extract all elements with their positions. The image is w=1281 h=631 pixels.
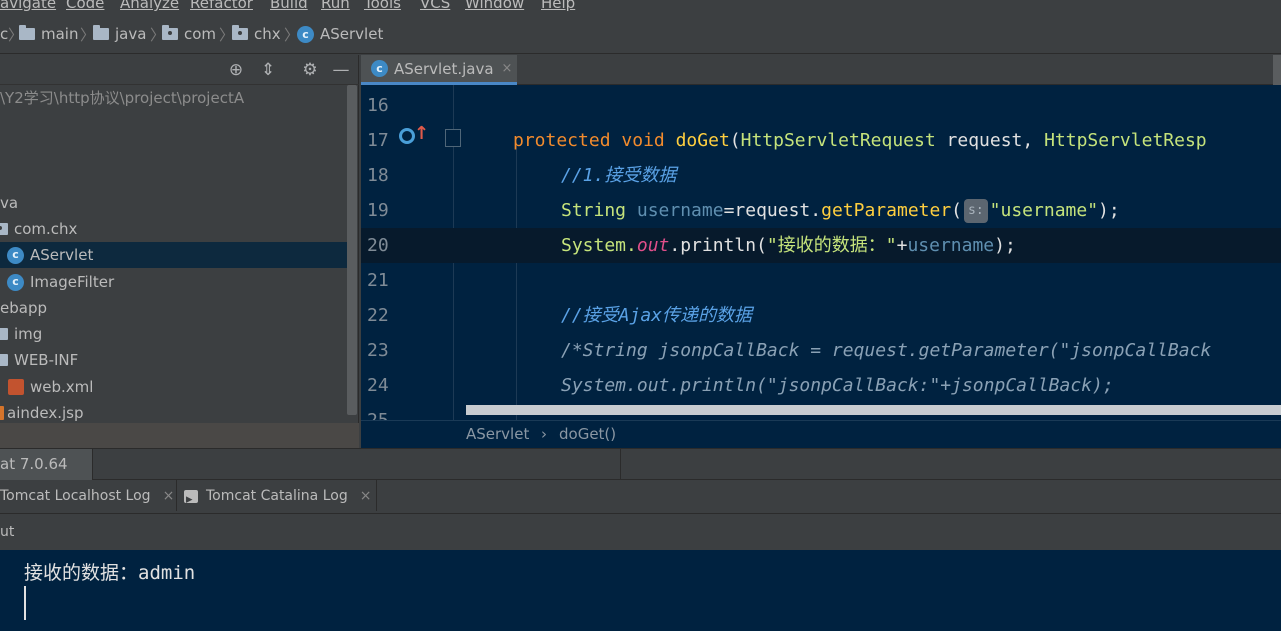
tree-item-java[interactable]: va bbox=[0, 190, 347, 216]
console-output[interactable]: 接收的数据：admin bbox=[0, 550, 1281, 631]
folder-icon bbox=[93, 25, 109, 40]
menu-analyze[interactable]: Analyze bbox=[120, 0, 179, 12]
crumb-java[interactable]: java bbox=[93, 24, 146, 44]
project-panel-footer bbox=[0, 423, 359, 448]
tab-label: AServlet.java bbox=[394, 59, 494, 78]
folder-icon bbox=[0, 328, 8, 340]
editor-horizontal-scrollbar[interactable] bbox=[466, 405, 1281, 415]
tree-item-com-chx[interactable]: com.chx bbox=[0, 216, 347, 242]
code-line-23: /*String jsonpCallBack = request.getPara… bbox=[561, 340, 1212, 361]
crumb-aservlet[interactable]: c AServlet bbox=[297, 24, 383, 44]
parameter-hint: s: bbox=[964, 199, 988, 223]
output-label: ut bbox=[0, 524, 15, 540]
console-line: 接收的数据：admin bbox=[24, 562, 196, 584]
tab-divider bbox=[176, 480, 177, 511]
menu-run[interactable]: Run bbox=[321, 0, 350, 12]
line-number: 21 bbox=[367, 270, 389, 291]
menu-navigate[interactable]: avigate bbox=[0, 0, 56, 12]
close-icon[interactable]: × bbox=[360, 480, 372, 513]
editor-tab-bar: c AServlet.java × bbox=[361, 55, 1281, 85]
collapse-icon[interactable]: ⇕ bbox=[257, 59, 279, 81]
folder-icon bbox=[19, 25, 35, 40]
code-line-24: System.out.println("jsonpCallBack:"+json… bbox=[561, 375, 1114, 396]
jsp-icon bbox=[0, 406, 4, 420]
tab-tomcat-run[interactable]: at 7.0.64 bbox=[0, 449, 92, 480]
editor-breadcrumb: AServlet › doGet() bbox=[361, 420, 1281, 448]
tree-item-img[interactable]: img bbox=[0, 321, 347, 347]
close-icon[interactable]: × bbox=[502, 61, 513, 76]
crumb-main[interactable]: main bbox=[19, 24, 78, 44]
log-tabs: Tomcat Localhost Log × Tomcat Catalina L… bbox=[0, 480, 1281, 516]
crumb-chx[interactable]: chx bbox=[232, 24, 281, 44]
code-line-19: String username=request.getParameter(s: "… bbox=[561, 199, 1120, 223]
tree-item-webapp[interactable]: ebapp bbox=[0, 295, 347, 321]
xml-icon bbox=[8, 379, 24, 395]
line-number: 16 bbox=[367, 95, 389, 116]
crumb-lead[interactable]: c bbox=[0, 24, 8, 44]
menu-build[interactable]: Build bbox=[270, 0, 308, 12]
menu-bar: avigate Code Analyze Refactor Build Run … bbox=[0, 0, 1281, 14]
menu-vcs[interactable]: VCS bbox=[420, 0, 450, 12]
code-editor[interactable]: 16 17 18 19 20 21 22 23 24 25 ↑ protecte… bbox=[361, 85, 1281, 420]
package-icon bbox=[232, 25, 248, 40]
crumb-com[interactable]: com bbox=[162, 24, 216, 44]
tree-item-aservlet[interactable]: c AServlet bbox=[0, 242, 347, 268]
tab-tomcat-catalina-log[interactable]: Tomcat Catalina Log × bbox=[184, 480, 372, 516]
tab-divider bbox=[620, 449, 621, 480]
menu-refactor[interactable]: Refactor bbox=[190, 0, 253, 12]
crumb-class[interactable]: AServlet bbox=[466, 425, 529, 443]
class-icon: c bbox=[7, 246, 24, 264]
tree-item-web-xml[interactable]: web.xml bbox=[0, 374, 347, 400]
code-line-18: //1.接受数据 bbox=[561, 165, 677, 186]
gear-icon[interactable]: ⚙ bbox=[299, 59, 321, 81]
code-line-22: //接受Ajax传递的数据 bbox=[561, 305, 753, 326]
code-line-17: protected void doGet(HttpServletRequest … bbox=[513, 130, 1207, 151]
tab-divider bbox=[376, 480, 377, 511]
navigation-bar: c 〉 main 〉 java 〉 com 〉 chx 〉 c AServlet bbox=[0, 14, 1281, 54]
menu-window[interactable]: Window bbox=[465, 0, 524, 12]
run-config-tabs: at 7.0.64 bbox=[0, 448, 1281, 480]
package-icon bbox=[0, 223, 8, 235]
crumb-separator: › bbox=[541, 425, 547, 443]
tree-item-imagefilter[interactable]: c ImageFilter bbox=[0, 269, 347, 295]
line-number: 25 bbox=[367, 410, 407, 420]
tab-tomcat-localhost-log[interactable]: Tomcat Localhost Log × bbox=[0, 480, 174, 513]
editor-scrollbar[interactable] bbox=[1273, 55, 1281, 85]
tab-aservlet-java[interactable]: c AServlet.java × bbox=[361, 55, 517, 85]
code-line-20: System.out.println("接收的数据："+username); bbox=[561, 235, 1016, 256]
output-header: ut bbox=[0, 514, 1281, 550]
menu-tools[interactable]: Tools bbox=[364, 0, 401, 12]
console-icon bbox=[184, 483, 198, 516]
menu-help[interactable]: Help bbox=[541, 0, 575, 12]
minimize-icon[interactable]: — bbox=[330, 59, 352, 81]
text-caret bbox=[24, 586, 26, 620]
locate-icon[interactable]: ⊕ bbox=[225, 59, 247, 81]
crumb-method[interactable]: doGet() bbox=[559, 425, 616, 443]
project-scrollbar[interactable] bbox=[347, 85, 357, 415]
tree-item-web-inf[interactable]: WEB-INF bbox=[0, 347, 347, 373]
folder-icon bbox=[0, 354, 8, 366]
close-icon[interactable]: × bbox=[163, 480, 175, 513]
class-icon: c bbox=[7, 273, 24, 291]
class-icon: c bbox=[371, 60, 388, 77]
menu-code[interactable]: Code bbox=[66, 0, 104, 12]
tab-divider bbox=[92, 449, 93, 480]
project-path: \Y2学习\http协议\project\projectA bbox=[0, 89, 245, 107]
package-icon bbox=[162, 25, 178, 40]
project-toolbar: ⊕ ⇕ ⚙ — bbox=[0, 55, 359, 85]
class-icon: c bbox=[297, 25, 314, 43]
project-panel: ⊕ ⇕ ⚙ — \Y2学习\http协议\project\projectA va… bbox=[0, 55, 359, 448]
